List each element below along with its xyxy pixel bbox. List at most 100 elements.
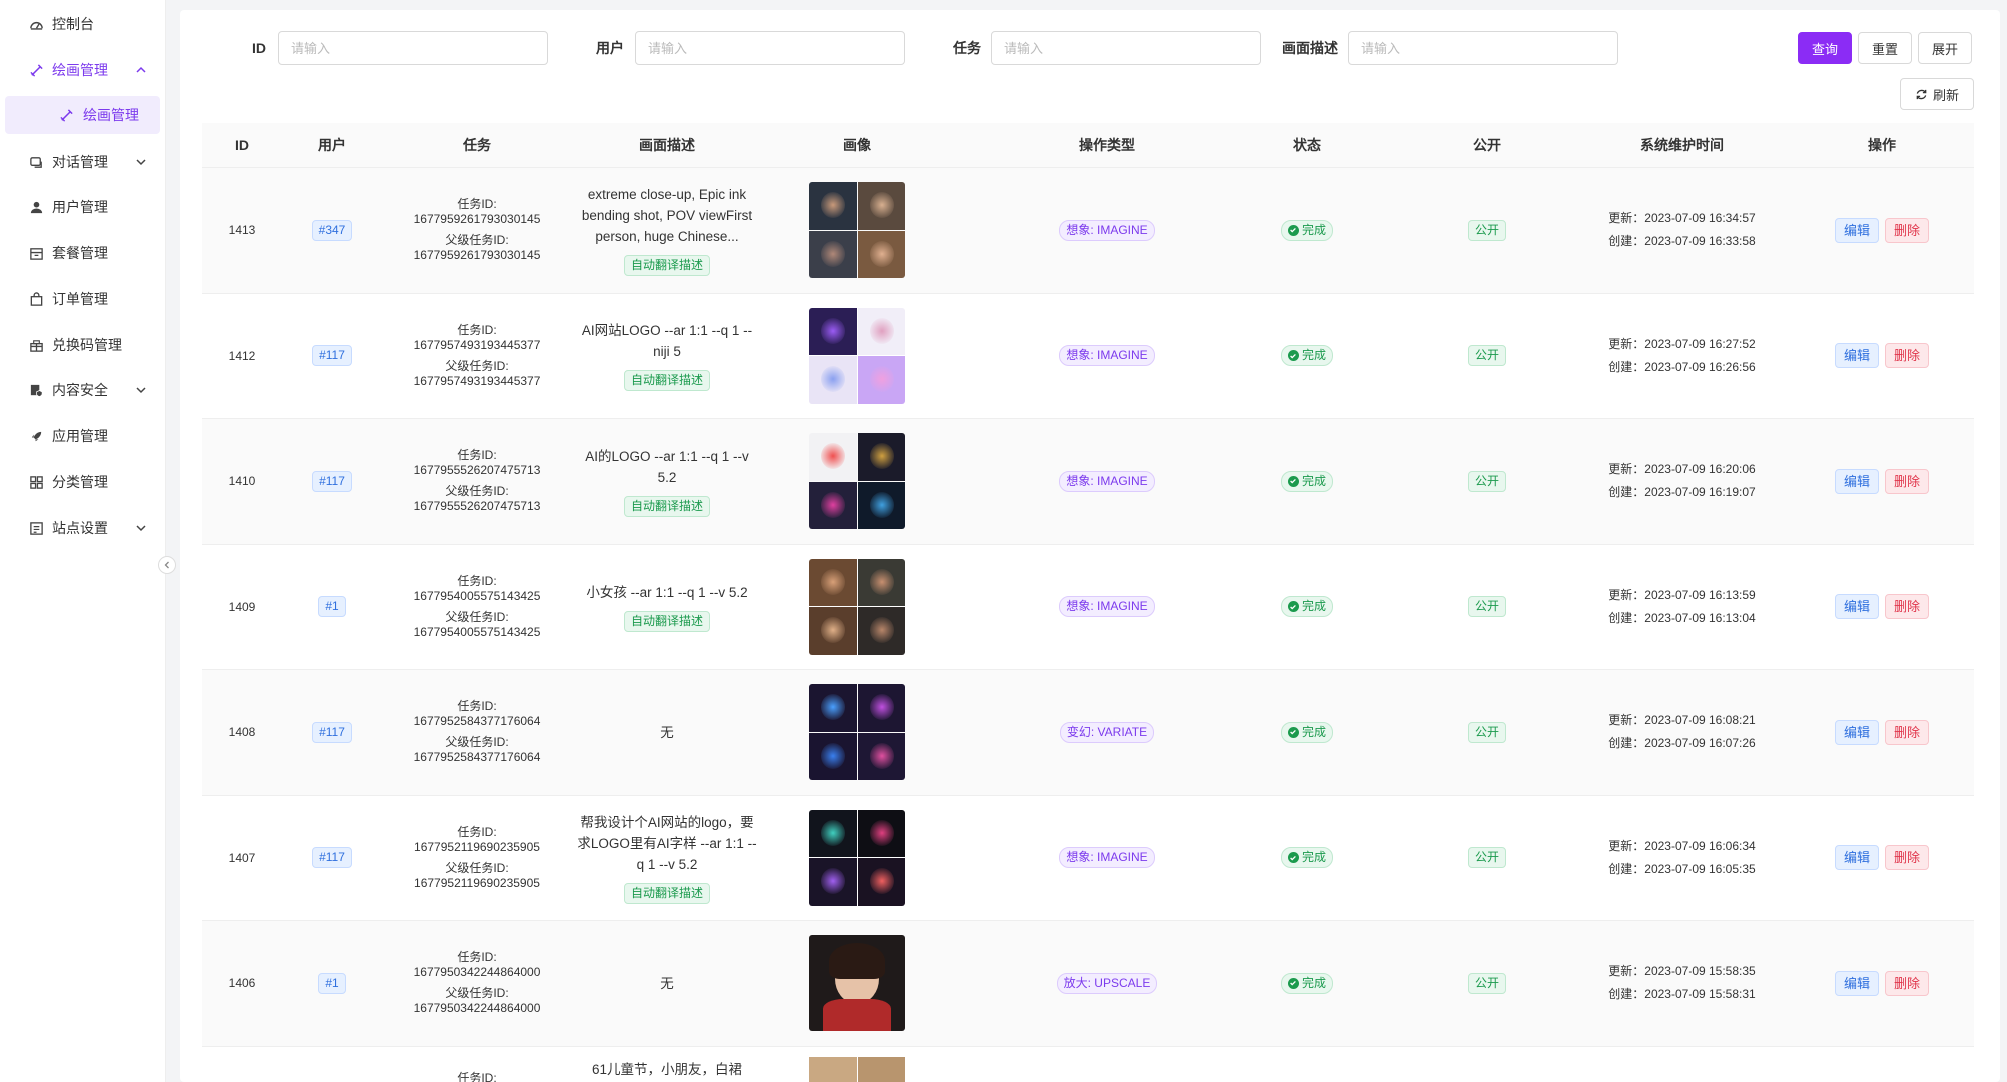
status-badge: 完成 — [1280, 470, 1333, 492]
sidebar-item-apps[interactable]: 应用管理 — [0, 414, 166, 458]
cell-image — [762, 1047, 952, 1082]
table-body: 1413 #347 任务ID: 1677959261793030145 父级任务ID: 1… — [202, 168, 1974, 1082]
cell-time: 更新：2023-07-09 16:06:34 创建：2023-07-09 16:0… — [1572, 796, 1792, 921]
status-label: 完成 — [1301, 850, 1326, 865]
sidebar-item-chat[interactable]: 对话管理 — [0, 140, 166, 184]
edit-button[interactable]: 编辑 — [1834, 970, 1879, 996]
delete-button[interactable]: 删除 — [1885, 970, 1930, 996]
cell-time: 更新：2023-07-09 16:13:59 创建：2023-07-09 16:1… — [1572, 545, 1792, 670]
updated-value: 2023-07-09 16:06:34 — [1644, 838, 1756, 853]
row-actions: 编辑 删除 — [1834, 845, 1930, 871]
brush-icon — [59, 107, 75, 123]
edit-button[interactable]: 编辑 — [1834, 845, 1879, 871]
public-tag: 公开 — [1467, 596, 1506, 618]
cell-task: 任务ID: 1677950342244864000 父级任务ID: 167795034… — [382, 921, 572, 1046]
user-tag[interactable]: #347 — [311, 219, 353, 241]
dashboard-icon — [28, 16, 44, 32]
task-filter-input[interactable] — [991, 31, 1261, 65]
edit-button[interactable]: 编辑 — [1834, 468, 1879, 494]
status-label: 完成 — [1301, 724, 1326, 739]
delete-button[interactable]: 删除 — [1885, 594, 1930, 620]
cell-desc: 无 — [572, 921, 762, 1046]
sidebar-item-packages[interactable]: 套餐管理 — [0, 231, 166, 275]
task-id-label: 任务ID: — [457, 573, 497, 588]
cell-time: 更新：2023-07-09 16:34:57 创建：2023-07-09 16:3… — [1572, 168, 1792, 293]
status-label: 完成 — [1301, 348, 1326, 363]
cell-status: 完成 — [1212, 419, 1402, 544]
public-tag: 公开 — [1467, 721, 1506, 743]
desc-filter-label: 画面描述 — [1282, 40, 1338, 56]
expand-button[interactable]: 展开 — [1918, 32, 1972, 64]
cell-task: 任务ID: 1677952584377176064 父级任务ID: 167795258… — [382, 670, 572, 795]
sidebar-item-dashboard[interactable]: 控制台 — [0, 2, 166, 46]
updated-prefix: 更新： — [1608, 713, 1645, 728]
desc-text: extreme close-up, Epic ink bending shot,… — [581, 187, 753, 245]
cell-public: 公开 — [1402, 168, 1572, 293]
artwork-thumbnail[interactable] — [809, 433, 905, 530]
cell-id: 1408 — [202, 670, 282, 795]
desc-filter-input[interactable] — [1348, 31, 1618, 65]
created-time: 创建：2023-07-09 16:05:35 — [1608, 858, 1755, 881]
shield-icon — [28, 382, 44, 398]
user-tag[interactable]: #117 — [312, 847, 352, 869]
user-tag[interactable]: #1 — [318, 596, 346, 618]
artwork-thumbnail[interactable] — [809, 182, 905, 279]
cell-time: 更新：2023-07-09 16:27:52 创建：2023-07-09 16:2… — [1572, 294, 1792, 419]
cell-public: 公开 — [1402, 545, 1572, 670]
sidebar-item-users[interactable]: 用户管理 — [0, 185, 166, 229]
created-prefix: 创建： — [1608, 359, 1645, 374]
delete-button[interactable]: 删除 — [1885, 719, 1930, 745]
sidebar-collapse-button[interactable] — [158, 556, 176, 574]
sidebar-item-content-security[interactable]: 内容安全 — [0, 368, 166, 412]
artwork-thumbnail[interactable] — [809, 684, 905, 781]
user-tag[interactable]: #117 — [312, 721, 352, 743]
updated-value: 2023-07-09 16:20:06 — [1644, 462, 1756, 477]
col-header-op-type: 操作类型 — [1079, 137, 1135, 153]
col-header-user: 用户 — [318, 137, 346, 153]
status-badge: 完成 — [1280, 721, 1333, 743]
user-filter-input[interactable] — [635, 31, 905, 65]
delete-button[interactable]: 删除 — [1885, 845, 1930, 871]
artwork-thumbnail[interactable] — [809, 558, 905, 655]
cell-image — [762, 921, 952, 1046]
artwork-thumbnail[interactable] — [809, 1056, 905, 1082]
task-id-label: 任务ID: — [457, 950, 497, 965]
reset-button[interactable]: 重置 — [1858, 32, 1912, 64]
cell-task: 任务ID: 1677959261793030145 父级任务ID: 167795926… — [382, 168, 572, 293]
task-id-label: 任务ID: — [457, 824, 497, 839]
sidebar-item-categories[interactable]: 分类管理 — [0, 460, 166, 504]
user-tag[interactable]: #117 — [312, 345, 352, 367]
sidebar-item-redeem-codes[interactable]: 兑换码管理 — [0, 323, 166, 367]
artwork-thumbnail[interactable] — [809, 935, 905, 1032]
edit-button[interactable]: 编辑 — [1834, 719, 1879, 745]
user-tag[interactable]: #117 — [312, 470, 352, 492]
sidebar-item-orders[interactable]: 订单管理 — [0, 277, 166, 321]
artwork-thumbnail[interactable] — [809, 307, 905, 404]
user-icon — [28, 199, 44, 215]
sidebar-subitem-drawing[interactable]: 绘画管理 — [5, 96, 160, 134]
col-header-image: 画像 — [843, 137, 871, 153]
parent-task-id-value: 1677952584377176064 — [413, 750, 541, 765]
updated-time: 更新：2023-07-09 16:08:21 — [1608, 709, 1755, 732]
edit-button[interactable]: 编辑 — [1834, 594, 1879, 620]
id-filter-input[interactable] — [278, 31, 548, 65]
sidebar-item-label: 分类管理 — [52, 474, 108, 490]
desc-text: 小女孩 --ar 1:1 --q 1 --v 5.2 — [586, 584, 748, 600]
main-panel: ID 用户 任务 画面描述 查询 重置 展开 刷新 ID 用户 任务 画面描述 … — [180, 10, 2000, 1082]
delete-button[interactable]: 删除 — [1885, 217, 1930, 243]
delete-button[interactable]: 删除 — [1885, 468, 1930, 494]
cell-desc: AI网站LOGO --ar 1:1 --q 1 --niji 5 自动翻译描述 — [572, 294, 762, 419]
sidebar-item-site-settings[interactable]: 站点设置 — [0, 506, 166, 550]
edit-button[interactable]: 编辑 — [1834, 343, 1879, 369]
user-tag[interactable]: #1 — [318, 972, 346, 994]
status-label: 完成 — [1301, 975, 1326, 990]
sidebar-item-drawing[interactable]: 绘画管理 — [0, 48, 166, 92]
artwork-thumbnail[interactable] — [809, 809, 905, 906]
updated-time: 更新：2023-07-09 16:06:34 — [1608, 835, 1755, 858]
query-button[interactable]: 查询 — [1798, 32, 1852, 64]
status-label: 完成 — [1301, 222, 1326, 237]
refresh-button[interactable]: 刷新 — [1900, 78, 1974, 110]
edit-button[interactable]: 编辑 — [1834, 217, 1879, 243]
cell-desc: 61儿童节，小朋友，白裙 — [572, 1047, 762, 1082]
delete-button[interactable]: 删除 — [1885, 343, 1930, 369]
